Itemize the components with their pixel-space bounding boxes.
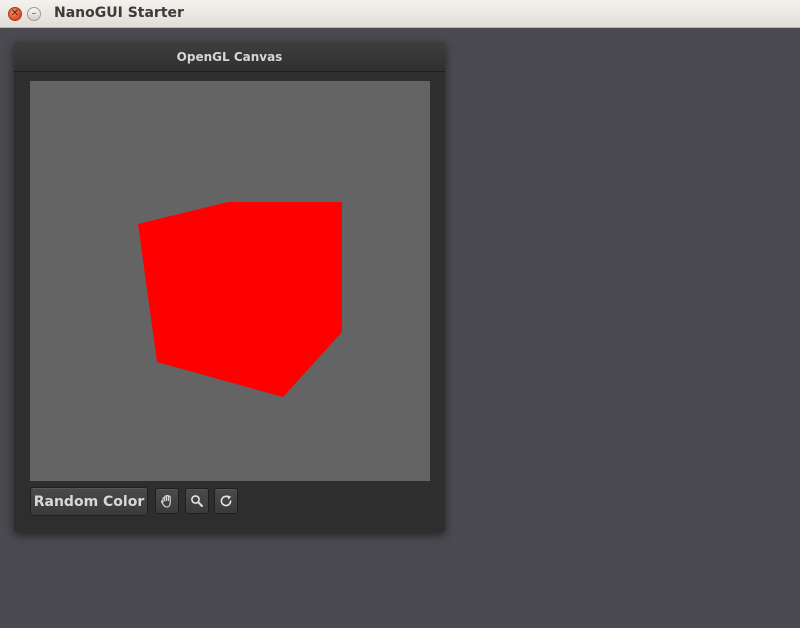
window-title: NanoGUI Starter [54,5,184,21]
panel-title[interactable]: OpenGL Canvas [14,42,445,72]
close-icon: ✕ [10,8,20,19]
cube-render [138,202,342,397]
magnifier-zoom-icon [190,494,204,508]
red-cube [138,202,342,397]
random-color-button[interactable]: Random Color [30,487,148,516]
window-close-button[interactable]: ✕ [8,7,22,21]
window-titlebar: ✕ – NanoGUI Starter [0,0,800,28]
gl-canvas[interactable] [30,81,430,481]
zoom-button[interactable] [185,488,209,514]
minimize-icon: – [31,8,37,19]
rotate-button[interactable] [214,488,238,514]
pan-button[interactable] [155,488,179,514]
opengl-canvas-panel: OpenGL Canvas Random Color [14,42,445,532]
window-minimize-button[interactable]: – [27,7,41,21]
hand-pan-icon [160,494,174,508]
rotate-icon [219,494,233,508]
